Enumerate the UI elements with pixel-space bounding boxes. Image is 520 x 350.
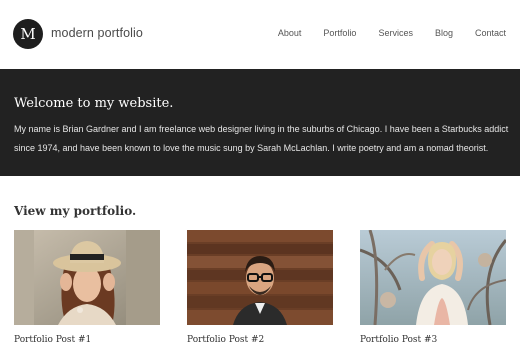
- blonde-woman-photo[interactable]: [360, 230, 506, 325]
- man-with-glasses-photo[interactable]: [187, 230, 333, 325]
- site-title[interactable]: modern portfolio: [51, 26, 143, 40]
- portfolio-post: Portfolio Post #3: [360, 230, 506, 345]
- site-header: M modern portfolio About Portfolio Servi…: [0, 0, 520, 69]
- nav-item-services[interactable]: Services: [378, 28, 413, 38]
- nav-item-contact[interactable]: Contact: [475, 28, 506, 38]
- hero-text: My name is Brian Gardner and I am freela…: [14, 124, 509, 153]
- portfolio-post-title[interactable]: Portfolio Post #2: [187, 335, 264, 345]
- site-logo[interactable]: M: [13, 19, 43, 49]
- portfolio-post: Portfolio Post #2: [187, 230, 333, 345]
- portfolio-heading: View my portfolio.: [14, 204, 137, 218]
- hero-section: Welcome to my website. My name is Brian …: [0, 69, 520, 176]
- portfolio-post: Portfolio Post #1: [14, 230, 160, 345]
- nav-item-blog[interactable]: Blog: [435, 28, 453, 38]
- nav-item-about[interactable]: About: [278, 28, 302, 38]
- portfolio-grid: Portfolio Post #1 Portfolio Post #2 Port…: [14, 230, 506, 350]
- nav-item-portfolio[interactable]: Portfolio: [323, 28, 356, 38]
- hero-heading: Welcome to my website.: [14, 96, 174, 111]
- woman-in-hat-photo[interactable]: [14, 230, 160, 325]
- portfolio-post-title[interactable]: Portfolio Post #1: [14, 335, 91, 345]
- main-nav: About Portfolio Services Blog Contact: [256, 28, 506, 38]
- portfolio-post-title[interactable]: Portfolio Post #3: [360, 335, 437, 345]
